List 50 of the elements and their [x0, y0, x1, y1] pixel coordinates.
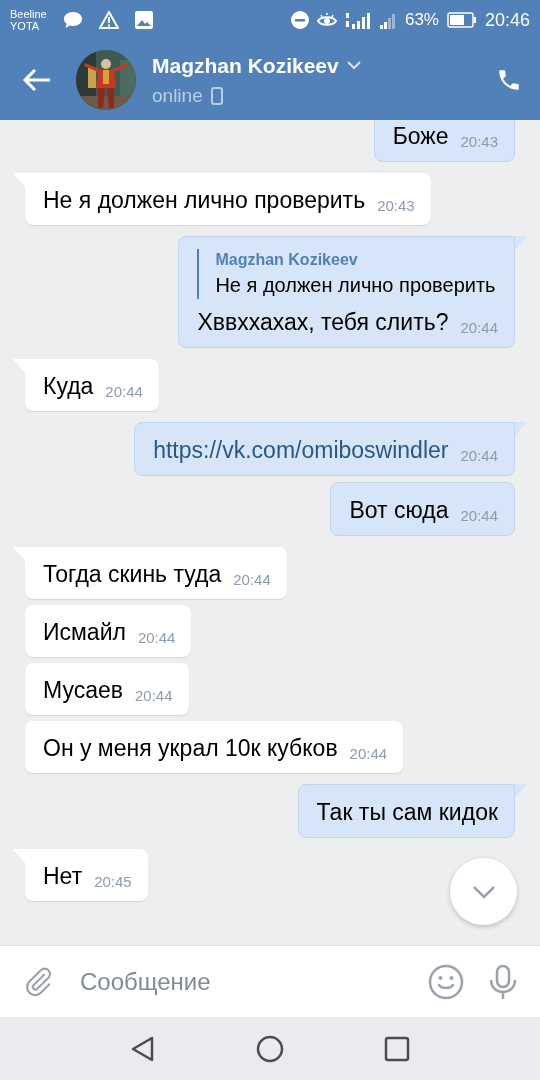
- message-time: 20:45: [93, 873, 132, 891]
- message-time: 20:44: [459, 447, 498, 465]
- emoji-button[interactable]: [428, 963, 464, 1000]
- message-time: 20:44: [459, 319, 498, 337]
- online-status: online: [152, 83, 203, 108]
- home-button[interactable]: [256, 1034, 284, 1063]
- back-button[interactable]: [22, 67, 52, 93]
- carrier-name: Beeline: [10, 8, 47, 20]
- clock: 20:46: [484, 8, 530, 32]
- message-time: 20:43: [376, 197, 415, 215]
- message-link[interactable]: https://vk.com/omiboswindler: [153, 435, 449, 465]
- message-time: 20:44: [136, 629, 176, 647]
- phone-device-icon: [210, 86, 223, 105]
- quoted-author: Magzhan Kozikeev: [215, 250, 359, 270]
- message-text: Тогда скинь туда: [43, 560, 222, 589]
- message-text: Хввххахах, тебя слить?: [197, 308, 449, 337]
- message-time: 20:44: [459, 507, 498, 525]
- message-text: Он у меня украл 10к кубков: [43, 734, 338, 763]
- warning-icon: [98, 11, 119, 29]
- message-text: Боже: [392, 122, 449, 151]
- contact-name[interactable]: Magzhan Kozikeev: [152, 50, 339, 82]
- microphone-button[interactable]: [488, 963, 518, 1000]
- image-icon: [134, 11, 153, 29]
- message-text: Так ты сам кидок: [316, 798, 498, 827]
- message-time: 20:43: [459, 133, 498, 151]
- battery-icon: [446, 12, 477, 28]
- message-text: Куда: [43, 372, 94, 401]
- chat-icon: [62, 11, 83, 29]
- message-text: Исмайл: [43, 618, 126, 647]
- chevron-down-icon: [471, 884, 496, 899]
- carrier-name: YOTA: [10, 20, 41, 32]
- quoted-text: Не я должен лично проверить: [215, 273, 497, 298]
- message-text: Нет: [43, 862, 83, 891]
- message-time: 20:44: [104, 383, 143, 401]
- recents-button[interactable]: [384, 1035, 410, 1062]
- battery-level: 63%: [404, 9, 439, 32]
- eye-icon: [316, 12, 337, 28]
- back-nav-button[interactable]: [130, 1034, 156, 1063]
- message-time: 20:44: [348, 745, 388, 763]
- do-not-disturb-icon: [290, 11, 309, 29]
- signal-icon: [344, 11, 371, 29]
- message-text: Вот сюда: [349, 496, 449, 525]
- chevron-down-icon: [346, 61, 361, 71]
- message-time: 20:44: [232, 571, 271, 589]
- message-text: Не я должен лично проверить: [43, 186, 366, 215]
- signal-icon: [378, 11, 397, 29]
- call-button[interactable]: [496, 67, 522, 93]
- message-time: 20:44: [133, 687, 173, 705]
- message-field[interactable]: Сообщение: [78, 962, 404, 1001]
- message-text: Мусаев: [43, 676, 123, 705]
